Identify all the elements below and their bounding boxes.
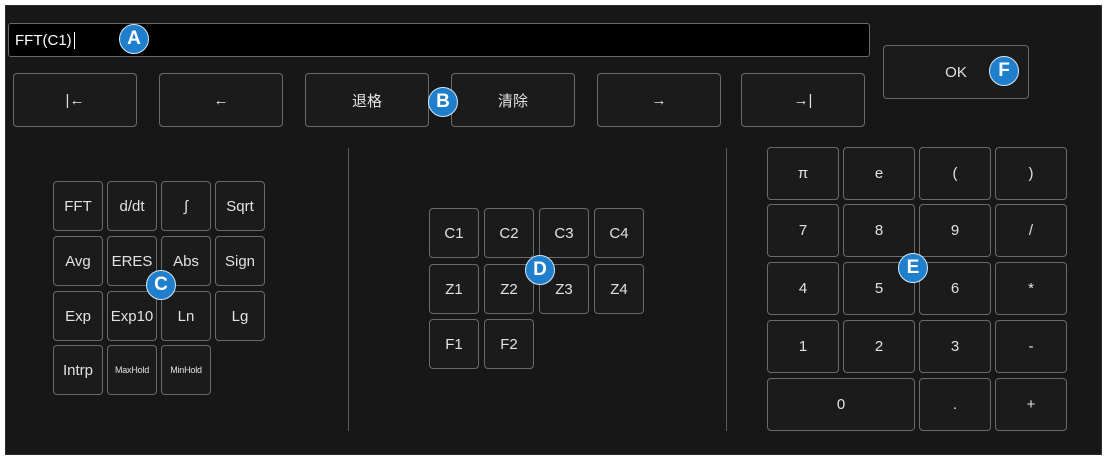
key-9[interactable]: 9 <box>919 204 991 257</box>
cursor-end-button[interactable]: →| <box>741 73 865 127</box>
key-0[interactable]: 0 <box>767 378 915 431</box>
key-1[interactable]: 1 <box>767 320 839 373</box>
fn-sqrt-button[interactable]: Sqrt <box>215 181 265 231</box>
key-6[interactable]: 6 <box>919 262 991 315</box>
source-f2-button[interactable]: F2 <box>484 319 534 369</box>
fn-ln-button[interactable]: Ln <box>161 291 211 341</box>
fn-exp10-button[interactable]: Exp10 <box>107 291 157 341</box>
fn-minhold-button[interactable]: MinHold <box>161 345 211 395</box>
text-caret <box>73 31 75 49</box>
source-c2-button[interactable]: C2 <box>484 208 534 258</box>
column-divider <box>726 148 727 431</box>
key-multiply[interactable]: * <box>995 262 1067 315</box>
fn-maxhold-button[interactable]: MaxHold <box>107 345 157 395</box>
column-divider <box>348 148 349 431</box>
fn-fft-button[interactable]: FFT <box>53 181 103 231</box>
key-decimal[interactable]: . <box>919 378 991 431</box>
source-c4-button[interactable]: C4 <box>594 208 644 258</box>
key-pi[interactable]: π <box>767 147 839 200</box>
key-4[interactable]: 4 <box>767 262 839 315</box>
key-7[interactable]: 7 <box>767 204 839 257</box>
callout-f-badge: F <box>989 56 1019 86</box>
key-3[interactable]: 3 <box>919 320 991 373</box>
key-divide[interactable]: / <box>995 204 1067 257</box>
source-z1-button[interactable]: Z1 <box>429 264 479 314</box>
key-2[interactable]: 2 <box>843 320 915 373</box>
fn-lg-button[interactable]: Lg <box>215 291 265 341</box>
key-plus[interactable]: + <box>995 378 1067 431</box>
source-c3-button[interactable]: C3 <box>539 208 589 258</box>
key-close-paren[interactable]: ) <box>995 147 1067 200</box>
clear-button[interactable]: 清除 <box>451 73 575 127</box>
fn-avg-button[interactable]: Avg <box>53 236 103 286</box>
callout-e-badge: E <box>898 253 928 283</box>
callout-c-badge: C <box>146 270 176 300</box>
fn-derivative-button[interactable]: d/dt <box>107 181 157 231</box>
callout-a-badge: A <box>119 24 149 54</box>
fn-interp-button[interactable]: Intrp <box>53 345 103 395</box>
callout-b-badge: B <box>428 87 458 117</box>
backspace-button[interactable]: 退格 <box>305 73 429 127</box>
source-c1-button[interactable]: C1 <box>429 208 479 258</box>
cursor-left-button[interactable]: ← <box>159 73 283 127</box>
key-e[interactable]: e <box>843 147 915 200</box>
fn-integral-button[interactable]: ∫ <box>161 181 211 231</box>
key-open-paren[interactable]: ( <box>919 147 991 200</box>
key-8[interactable]: 8 <box>843 204 915 257</box>
source-f1-button[interactable]: F1 <box>429 319 479 369</box>
expression-text: FFT(C1) <box>15 31 72 49</box>
source-z4-button[interactable]: Z4 <box>594 264 644 314</box>
fn-exp-button[interactable]: Exp <box>53 291 103 341</box>
fn-sign-button[interactable]: Sign <box>215 236 265 286</box>
callout-d-badge: D <box>525 255 555 285</box>
cursor-right-button[interactable]: → <box>597 73 721 127</box>
key-minus[interactable]: - <box>995 320 1067 373</box>
cursor-home-button[interactable]: |← <box>13 73 137 127</box>
